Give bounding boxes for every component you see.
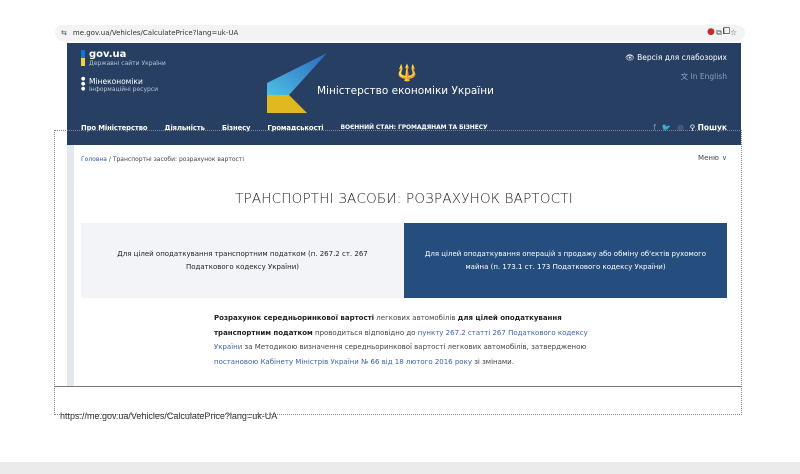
ministry-logo-icon[interactable] bbox=[267, 53, 331, 115]
accessibility-link[interactable]: 👁 Версія для слабозорих bbox=[625, 53, 727, 62]
description-paragraph: Розрахунок середньоринкової вартості лег… bbox=[214, 311, 599, 369]
address-bar[interactable]: ⇆ me.gov.ua/Vehicles/CalculatePrice?lang… bbox=[55, 25, 745, 41]
caption-url: https://me.gov.ua/Vehicles/CalculatePric… bbox=[60, 411, 278, 421]
gov-subtitle: Державні сайти України bbox=[89, 60, 166, 67]
menu-button[interactable]: Меню ∨ bbox=[698, 154, 727, 162]
translate-icon: 文 bbox=[680, 72, 691, 81]
twitter-icon[interactable]: 🐦 bbox=[662, 123, 671, 132]
instagram-icon[interactable]: ◎ bbox=[677, 123, 684, 132]
accessibility-label: Версія для слабозорих bbox=[637, 53, 727, 62]
site-settings-icon[interactable]: ⇆ bbox=[61, 29, 67, 37]
text: зі змінами. bbox=[471, 357, 514, 366]
website: gov.ua Державні сайти України ● ● ● Мінеко… bbox=[67, 43, 741, 386]
nav-business[interactable]: Бізнесу bbox=[222, 124, 251, 132]
english-link[interactable]: 文 In English bbox=[681, 71, 727, 82]
gov-ua-link[interactable]: gov.ua Державні сайти України bbox=[81, 49, 166, 67]
url-text[interactable]: me.gov.ua/Vehicles/CalculatePrice?lang=u… bbox=[73, 29, 238, 37]
tab-transport-tax[interactable]: Для цілей оподаткування транспортним под… bbox=[81, 223, 404, 298]
nav-about[interactable]: Про Міністерство bbox=[81, 124, 148, 132]
text: за Методикою визначення середньоринкової… bbox=[242, 343, 587, 351]
mineconomy-link[interactable]: ● ● ● Мінекономіки Інформаційні ресурси bbox=[81, 76, 159, 94]
extensions-puzzle-icon[interactable]: ⧠ bbox=[723, 27, 730, 37]
tab-label: Для цілей оподаткування транспортним под… bbox=[117, 249, 368, 271]
main-nav: Про Міністерство Діяльність Бізнесу Гром… bbox=[81, 124, 488, 132]
slide-canvas: ⇆ me.gov.ua/Vehicles/CalculatePrice?lang… bbox=[0, 0, 800, 462]
nav-activity[interactable]: Діяльність bbox=[165, 124, 205, 132]
search-label: Пошук bbox=[697, 123, 727, 132]
breadcrumb-current: Транспортні засоби: розрахунок вартості bbox=[112, 156, 244, 163]
nav-public[interactable]: Громадськості bbox=[267, 124, 323, 132]
eye-icon: 👁 bbox=[625, 53, 638, 62]
search-icon: ⚲ bbox=[689, 123, 698, 132]
extension-icon[interactable]: ● bbox=[707, 27, 715, 37]
text: легкових автомобілів bbox=[374, 314, 458, 322]
min-title: Мінекономіки bbox=[89, 77, 143, 86]
site-header: gov.ua Державні сайти України ● ● ● Мінеко… bbox=[67, 43, 741, 145]
menu-label: Меню bbox=[698, 154, 719, 162]
english-label: In English bbox=[690, 72, 727, 81]
tab-sale-exchange[interactable]: Для цілей оподаткування операцій з прода… bbox=[404, 223, 727, 298]
text-bold: Розрахунок середньоринкової вартості bbox=[214, 314, 375, 322]
left-strip bbox=[67, 145, 74, 386]
facebook-icon[interactable]: f bbox=[653, 123, 656, 132]
gov-title: gov.ua bbox=[89, 49, 127, 60]
page-title: ТРАНСПОРТНІ ЗАСОБИ: РОЗРАХУНОК ВАРТОСТІ bbox=[235, 191, 573, 207]
trident-icon: 🔱 bbox=[397, 63, 417, 82]
search-button[interactable]: ⚲ Пошук bbox=[690, 123, 727, 132]
tab-label: Для цілей оподаткування операцій з прода… bbox=[424, 249, 707, 271]
dots-icon: ● ● ● bbox=[81, 76, 86, 92]
flag-icon bbox=[81, 50, 85, 66]
ministry-title: Міністерство економіки України bbox=[317, 85, 494, 97]
breadcrumb: Головна / Транспортні засоби: розрахунок… bbox=[81, 156, 244, 163]
nav-martial-law[interactable]: Воєнний стан: громадянам та бізнесу bbox=[340, 124, 487, 132]
resolution-link[interactable]: постановою Кабінету Міністрів України № … bbox=[214, 358, 472, 366]
divider bbox=[54, 386, 742, 387]
breadcrumb-home[interactable]: Головна bbox=[81, 156, 107, 163]
min-subtitle: Інформаційні ресурси bbox=[89, 86, 159, 93]
chevron-down-icon: ∨ bbox=[721, 154, 727, 162]
text: проводиться відповідно до bbox=[312, 328, 418, 337]
bookmark-star-icon[interactable]: ☆ bbox=[730, 28, 737, 38]
